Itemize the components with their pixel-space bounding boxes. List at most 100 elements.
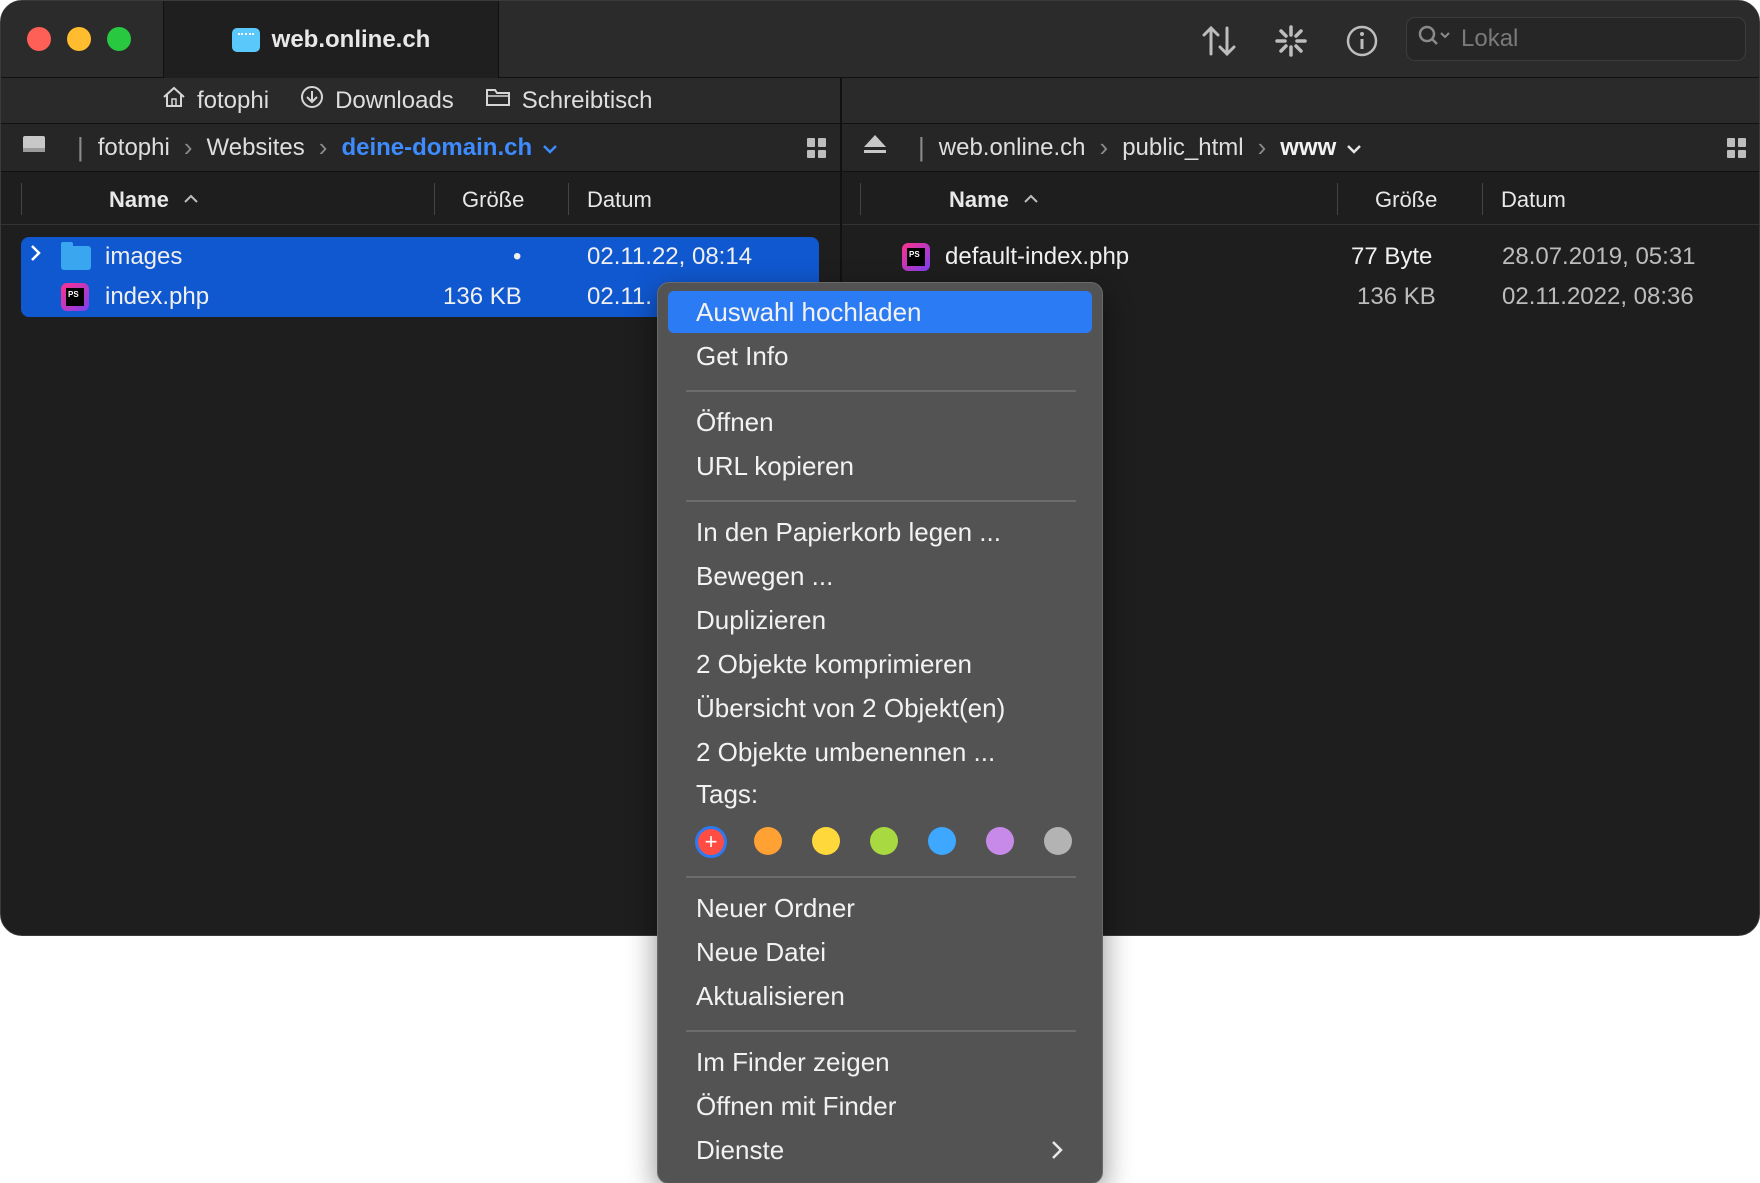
menu-item-label: URL kopieren	[696, 450, 855, 481]
menu-item-refresh[interactable]: Aktualisieren	[668, 975, 1092, 1017]
menu-item-label: Auswahl hochladen	[696, 296, 922, 327]
menu-item-compress[interactable]: 2 Objekte komprimieren	[668, 643, 1092, 685]
menu-item-label: Neue Datei	[696, 936, 827, 967]
disk-icon[interactable]	[21, 131, 47, 164]
file-size: 136 KB	[443, 283, 522, 310]
menu-item-label: Öffnen	[696, 406, 774, 437]
menu-item-label: Übersicht von 2 Objekt(en)	[696, 692, 1006, 723]
menu-item-label: Duplizieren	[696, 604, 827, 635]
search-field[interactable]: Lokal	[1406, 17, 1746, 61]
menu-item-label: Get Info	[696, 340, 789, 371]
menu-divider	[686, 1030, 1076, 1032]
menu-item-label: Öffnen mit Finder	[696, 1090, 897, 1121]
info-icon[interactable]	[1342, 21, 1382, 61]
tag-orange[interactable]	[754, 827, 782, 855]
menu-item-label: 2 Objekte umbenennen ...	[696, 736, 996, 767]
column-separator[interactable]	[434, 183, 435, 215]
menu-item-duplicate[interactable]: Duplizieren	[668, 599, 1092, 641]
table-row[interactable]: images • 02.11.22, 08:14	[21, 237, 819, 277]
menu-item-open-with-finder[interactable]: Öffnen mit Finder	[668, 1085, 1092, 1127]
tag-red-add-icon[interactable]: +	[695, 826, 727, 858]
file-date: 02.11.2022, 08:36	[1502, 283, 1694, 310]
close-window-button[interactable]	[27, 27, 51, 51]
favorite-downloads[interactable]: Downloads	[299, 84, 454, 117]
menu-item-label: 2 Objekte komprimieren	[696, 648, 972, 679]
download-icon	[299, 84, 325, 117]
breadcrumb-current[interactable]: deine-domain.ch	[341, 134, 532, 162]
menu-tags-label: Tags:	[668, 773, 1092, 815]
chevron-right-icon: ›	[183, 132, 193, 162]
left-column-header: Name Größe Datum	[1, 173, 840, 225]
folder-icon	[484, 85, 512, 116]
menu-item-upload-selection[interactable]: Auswahl hochladen	[668, 291, 1092, 333]
menu-item-label: Tags:	[696, 778, 759, 809]
column-size[interactable]: Größe	[1375, 187, 1437, 213]
file-size: 136 KB	[1357, 283, 1436, 310]
file-date: 02.11.22, 08:14	[587, 243, 753, 270]
menu-item-open[interactable]: Öffnen	[668, 401, 1092, 443]
column-name[interactable]: Name	[109, 187, 169, 213]
column-separator	[21, 183, 22, 215]
menu-item-show-in-finder[interactable]: Im Finder zeigen	[668, 1041, 1092, 1083]
menu-item-new-file[interactable]: Neue Datei	[668, 931, 1092, 973]
disclosure-triangle-icon[interactable]	[29, 242, 43, 270]
breadcrumb-current[interactable]: www	[1280, 134, 1336, 162]
menu-item-label: Neuer Ordner	[696, 892, 855, 923]
column-name[interactable]: Name	[949, 187, 1009, 213]
arrows-up-down-icon[interactable]	[1199, 21, 1239, 61]
sort-ascending-icon[interactable]	[183, 185, 199, 211]
file-name: default-index.php	[945, 243, 1130, 270]
favorite-label: Schreibtisch	[521, 86, 653, 114]
file-name: index.php	[105, 283, 210, 310]
column-date[interactable]: Datum	[1501, 187, 1566, 213]
favorite-fotophi[interactable]: fotophi	[161, 85, 269, 116]
sort-ascending-icon[interactable]	[1023, 185, 1039, 211]
breadcrumb-fotophi[interactable]: fotophi	[98, 134, 170, 162]
menu-item-quick-look[interactable]: Übersicht von 2 Objekt(en)	[668, 687, 1092, 729]
menu-item-rename[interactable]: 2 Objekte umbenennen ...	[668, 731, 1092, 773]
tag-gray[interactable]	[1044, 827, 1072, 855]
menu-item-copy-url[interactable]: URL kopieren	[668, 445, 1092, 487]
tag-blue[interactable]	[928, 827, 956, 855]
chevron-right-icon	[1050, 1129, 1064, 1168]
menu-item-move-to-trash[interactable]: In den Papierkorb legen ...	[668, 511, 1092, 553]
menu-item-get-info[interactable]: Get Info	[668, 335, 1092, 377]
grid-view-icon[interactable]	[807, 138, 827, 158]
favorite-schreibtisch[interactable]: Schreibtisch	[484, 85, 653, 116]
grid-view-icon[interactable]	[1727, 138, 1747, 158]
chevron-down-icon[interactable]	[1346, 134, 1362, 162]
table-row[interactable]: PS default-index.php 77 Byte 28.07.2019,…	[842, 237, 1759, 277]
pathbar-divider: |	[77, 132, 84, 162]
search-placeholder: Lokal	[1461, 25, 1519, 52]
chevron-down-icon[interactable]	[542, 134, 558, 162]
right-column-header: Name Größe Datum	[842, 173, 1759, 225]
column-size[interactable]: Größe	[462, 187, 524, 213]
tag-purple[interactable]	[986, 827, 1014, 855]
breadcrumb-public-html[interactable]: public_html	[1122, 134, 1243, 162]
chevron-right-icon: ›	[318, 132, 328, 162]
breadcrumb-server[interactable]: web.online.ch	[939, 134, 1086, 162]
file-size: •	[513, 243, 522, 270]
column-separator[interactable]	[1482, 183, 1483, 215]
connection-tab[interactable]: web.online.ch	[163, 1, 499, 78]
left-pathbar: | fotophi › Websites › deine-domain.ch	[1, 124, 840, 172]
favorites-bar-right	[842, 78, 1759, 124]
column-date[interactable]: Datum	[587, 187, 652, 213]
activity-spinner-icon[interactable]	[1271, 21, 1311, 61]
file-size: 77 Byte	[1351, 243, 1433, 270]
menu-item-label: Dienste	[696, 1134, 785, 1165]
file-name: images	[105, 243, 183, 270]
menu-item-move[interactable]: Bewegen ...	[668, 555, 1092, 597]
home-icon	[161, 85, 187, 116]
context-menu: Auswahl hochladen Get Info Öffnen URL ko…	[657, 282, 1103, 1183]
column-separator[interactable]	[568, 183, 569, 215]
eject-icon[interactable]	[862, 132, 888, 163]
tag-yellow[interactable]	[812, 827, 840, 855]
maximize-window-button[interactable]	[107, 27, 131, 51]
menu-item-new-folder[interactable]: Neuer Ordner	[668, 887, 1092, 929]
minimize-window-button[interactable]	[67, 27, 91, 51]
tag-green[interactable]	[870, 827, 898, 855]
menu-item-services[interactable]: Dienste	[668, 1129, 1092, 1171]
column-separator[interactable]	[1337, 183, 1338, 215]
breadcrumb-websites[interactable]: Websites	[207, 134, 305, 162]
